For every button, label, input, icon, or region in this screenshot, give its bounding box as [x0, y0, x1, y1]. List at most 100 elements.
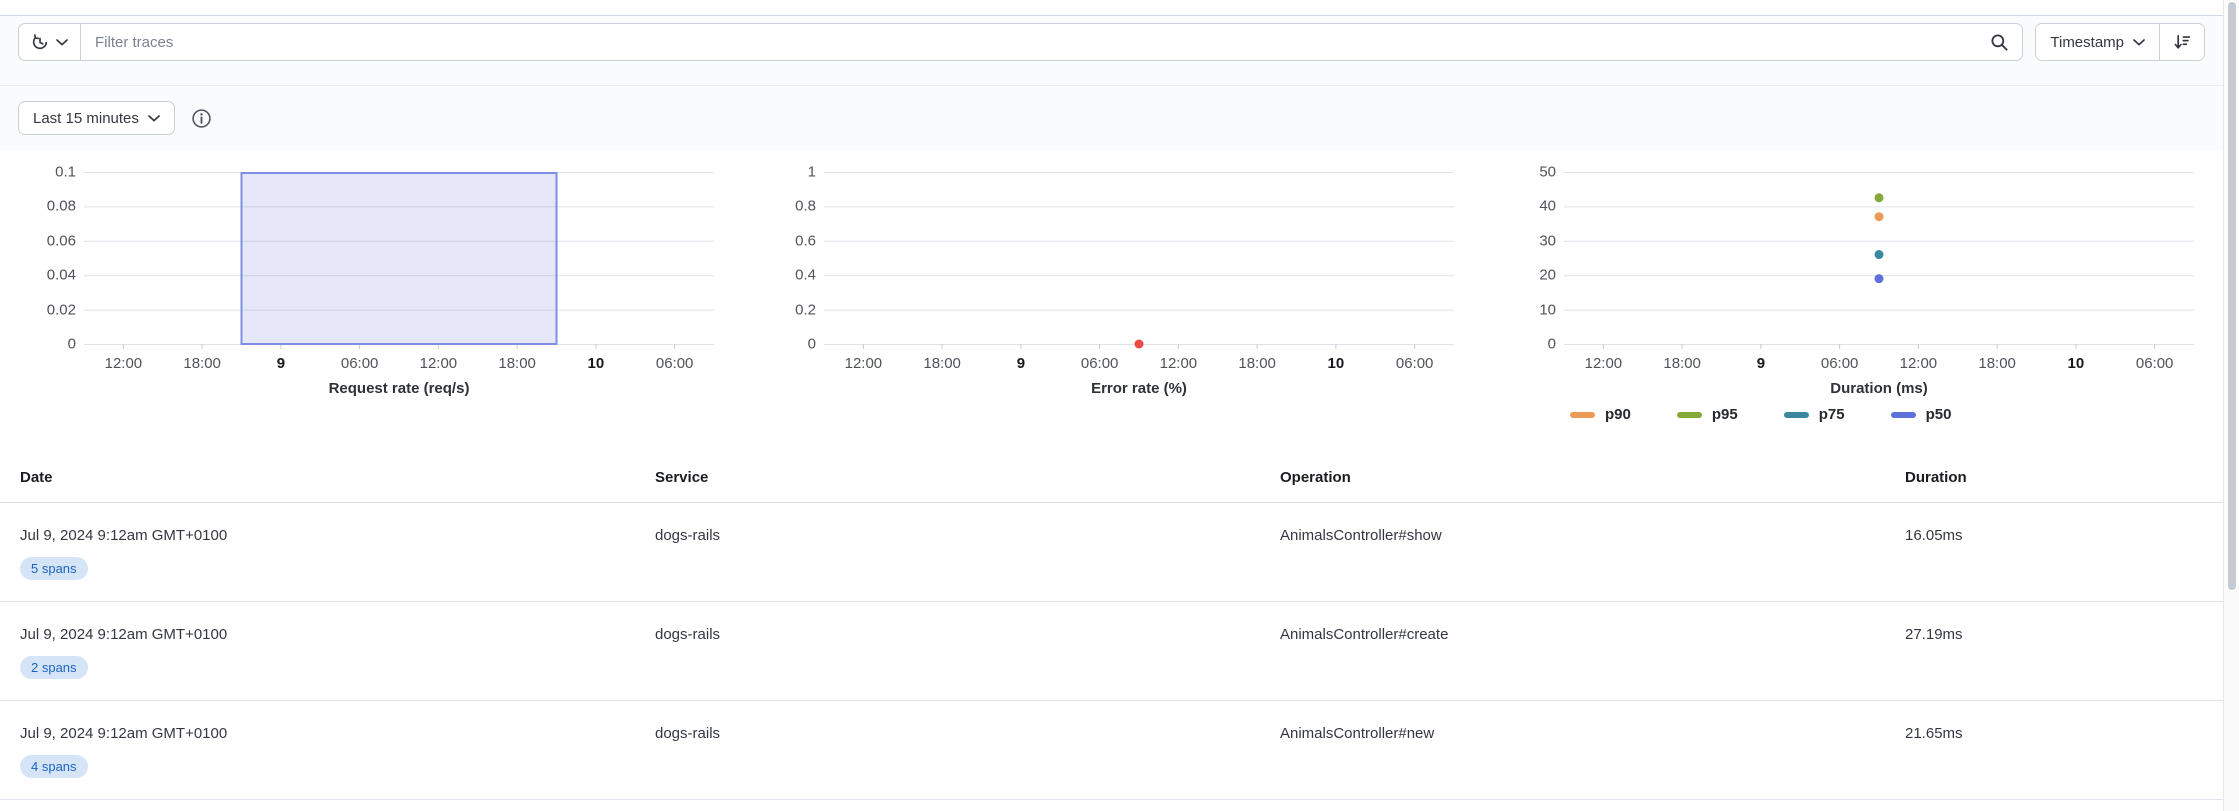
request-rate-y-axis: 00.020.040.060.080.1 [0, 172, 84, 352]
y-tick-label: 20 [1539, 267, 1556, 284]
y-tick-label: 0 [808, 336, 816, 353]
legend-item-p95[interactable]: p95 [1677, 406, 1738, 423]
request-rate-chart: 00.020.040.060.080.1 12:0018:00906:0012:… [0, 172, 740, 423]
trace-operation: AnimalsController#show [1280, 527, 1905, 601]
x-tick-label: 06:00 [656, 355, 694, 372]
y-tick-label: 0 [68, 336, 76, 353]
x-tick-label: 10 [2068, 355, 2085, 372]
y-tick-label: 0.04 [47, 267, 76, 284]
duration-y-axis: 01020304050 [1480, 172, 1564, 352]
traces-explorer-page: Timestamp Last 15 [0, 0, 2239, 811]
x-tick-label: 12:00 [845, 355, 883, 372]
vertical-scrollbar[interactable] [2223, 0, 2239, 811]
x-tick-label: 18:00 [498, 355, 536, 372]
filter-toolbar: Timestamp [0, 16, 2223, 86]
trace-operation: AnimalsController#create [1280, 626, 1905, 700]
page-content: Timestamp Last 15 [0, 0, 2223, 800]
chart-title: Duration (ms) [1564, 380, 2194, 397]
table-row[interactable]: Jul 9, 2024 9:12am GMT+0100 2 spans dogs… [0, 602, 2223, 701]
legend-label: p50 [1926, 406, 1952, 423]
sort-descending-icon [2173, 33, 2191, 51]
x-tick-label: 10 [588, 355, 605, 372]
x-tick-label: 9 [1017, 355, 1025, 372]
filter-bar [18, 23, 2023, 61]
x-tick-label: 06:00 [341, 355, 379, 372]
x-tick-label: 12:00 [1160, 355, 1198, 372]
trace-duration: 21.65ms [1905, 725, 2203, 799]
y-tick-label: 40 [1539, 198, 1556, 215]
spans-badge: 5 spans [20, 557, 88, 580]
legend-item-p50[interactable]: p50 [1891, 406, 1952, 423]
error-rate-chart: 00.20.40.60.81 12:0018:00906:0012:0018:0… [740, 172, 1480, 423]
spans-badge: 2 spans [20, 656, 88, 679]
legend-item-p75[interactable]: p75 [1784, 406, 1845, 423]
duration-x-axis: 12:0018:00906:0012:0018:001006:00 [1564, 352, 2194, 374]
trace-date: Jul 9, 2024 9:12am GMT+0100 [20, 725, 655, 742]
trace-duration: 27.19ms [1905, 626, 2203, 700]
chart-title: Error rate (%) [824, 380, 1454, 397]
time-range-label: Last 15 minutes [33, 110, 139, 127]
time-range-button[interactable]: Last 15 minutes [18, 101, 175, 135]
data-point-p95[interactable] [1875, 193, 1884, 202]
chevron-down-icon [148, 115, 160, 122]
x-tick-label: 12:00 [105, 355, 143, 372]
error-rate-y-axis: 00.20.40.60.81 [740, 172, 824, 352]
x-tick-label: 12:00 [420, 355, 458, 372]
legend-item-p90[interactable]: p90 [1570, 406, 1631, 423]
x-tick-label: 06:00 [2136, 355, 2174, 372]
table-header-row: Date Service Operation Duration [0, 451, 2223, 503]
info-icon[interactable] [191, 108, 212, 129]
filter-history-button[interactable] [19, 24, 81, 60]
x-tick-label: 10 [1328, 355, 1345, 372]
time-brush-selection[interactable] [242, 173, 557, 344]
y-tick-label: 0.6 [795, 232, 816, 249]
y-tick-label: 0.06 [47, 232, 76, 249]
legend-label: p95 [1712, 406, 1738, 423]
request-rate-plot-area[interactable] [84, 172, 714, 352]
duration-plot-area[interactable] [1564, 172, 2194, 352]
x-tick-label: 12:00 [1900, 355, 1938, 372]
x-tick-label: 18:00 [923, 355, 961, 372]
sort-field-button[interactable]: Timestamp [2036, 24, 2160, 60]
data-point-p90[interactable] [1875, 212, 1884, 221]
x-tick-label: 06:00 [1396, 355, 1434, 372]
y-tick-label: 0.1 [55, 164, 76, 181]
search-icon [1990, 24, 2022, 60]
legend-swatch [1891, 412, 1916, 418]
legend-swatch [1570, 412, 1595, 418]
y-tick-label: 0.8 [795, 198, 816, 215]
y-tick-label: 50 [1539, 164, 1556, 181]
request-rate-x-axis: 12:0018:00906:0012:0018:001006:00 [84, 352, 714, 374]
x-tick-label: 06:00 [1821, 355, 1859, 372]
x-tick-label: 18:00 [1663, 355, 1701, 372]
trace-service: dogs-rails [655, 626, 1280, 700]
y-tick-label: 1 [808, 164, 816, 181]
y-tick-label: 0.02 [47, 301, 76, 318]
charts-row: 00.020.040.060.080.1 12:0018:00906:0012:… [0, 150, 2223, 423]
sort-direction-button[interactable] [2160, 24, 2204, 60]
table-row[interactable]: Jul 9, 2024 9:12am GMT+0100 5 spans dogs… [0, 503, 2223, 602]
legend-label: p90 [1605, 406, 1631, 423]
top-divider [0, 0, 2223, 16]
chart-plot-svg [824, 172, 1454, 352]
column-header-duration: Duration [1905, 469, 2203, 486]
y-tick-label: 10 [1539, 301, 1556, 318]
filter-traces-input[interactable] [81, 24, 1990, 60]
chart-plot-svg [84, 172, 714, 352]
x-tick-label: 18:00 [183, 355, 221, 372]
table-row[interactable]: Jul 9, 2024 9:12am GMT+0100 4 spans dogs… [0, 701, 2223, 800]
data-point-p50[interactable] [1875, 274, 1884, 283]
time-range-toolbar: Last 15 minutes [0, 86, 2223, 150]
error-rate-plot-area[interactable] [824, 172, 1454, 352]
data-point-p75[interactable] [1875, 250, 1884, 259]
trace-duration: 16.05ms [1905, 527, 2203, 601]
x-tick-label: 06:00 [1081, 355, 1119, 372]
x-tick-label: 12:00 [1585, 355, 1623, 372]
legend-label: p75 [1819, 406, 1845, 423]
trace-service: dogs-rails [655, 725, 1280, 799]
x-tick-label: 18:00 [1978, 355, 2016, 372]
data-point-error-rate[interactable] [1135, 340, 1144, 349]
sort-controls: Timestamp [2035, 23, 2205, 61]
sort-field-label: Timestamp [2050, 34, 2124, 51]
scrollbar-thumb[interactable] [2228, 2, 2236, 590]
